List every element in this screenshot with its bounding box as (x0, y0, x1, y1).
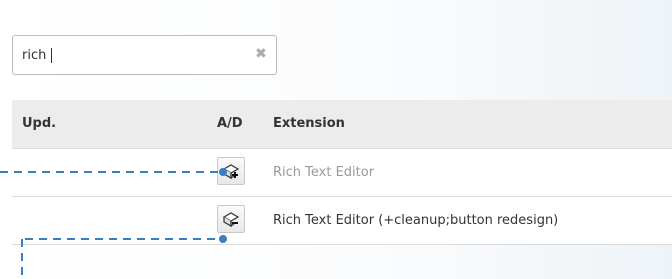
install-extension-icon (222, 164, 240, 179)
table-row: Rich Text Editor (12, 149, 672, 197)
search-input[interactable] (13, 36, 243, 74)
close-icon[interactable]: ✖ (254, 47, 268, 61)
search-field[interactable]: ✖ (12, 35, 277, 75)
extension-name[interactable]: Rich Text Editor (273, 165, 374, 180)
column-header-ad[interactable]: A/D (217, 116, 243, 131)
column-header-extension[interactable]: Extension (273, 116, 345, 131)
extensions-table: Upd. A/D Extension Rich Text Editor Rich… (12, 100, 672, 245)
install-extension-button[interactable] (217, 157, 245, 185)
uninstall-extension-icon (222, 212, 240, 227)
table-header: Upd. A/D Extension (12, 100, 672, 149)
text-caret (51, 48, 52, 63)
column-header-upd[interactable]: Upd. (22, 116, 56, 131)
extension-name[interactable]: Rich Text Editor (+cleanup;button redesi… (273, 213, 558, 228)
uninstall-extension-button[interactable] (217, 205, 245, 233)
table-row: Rich Text Editor (+cleanup;button redesi… (12, 197, 672, 245)
